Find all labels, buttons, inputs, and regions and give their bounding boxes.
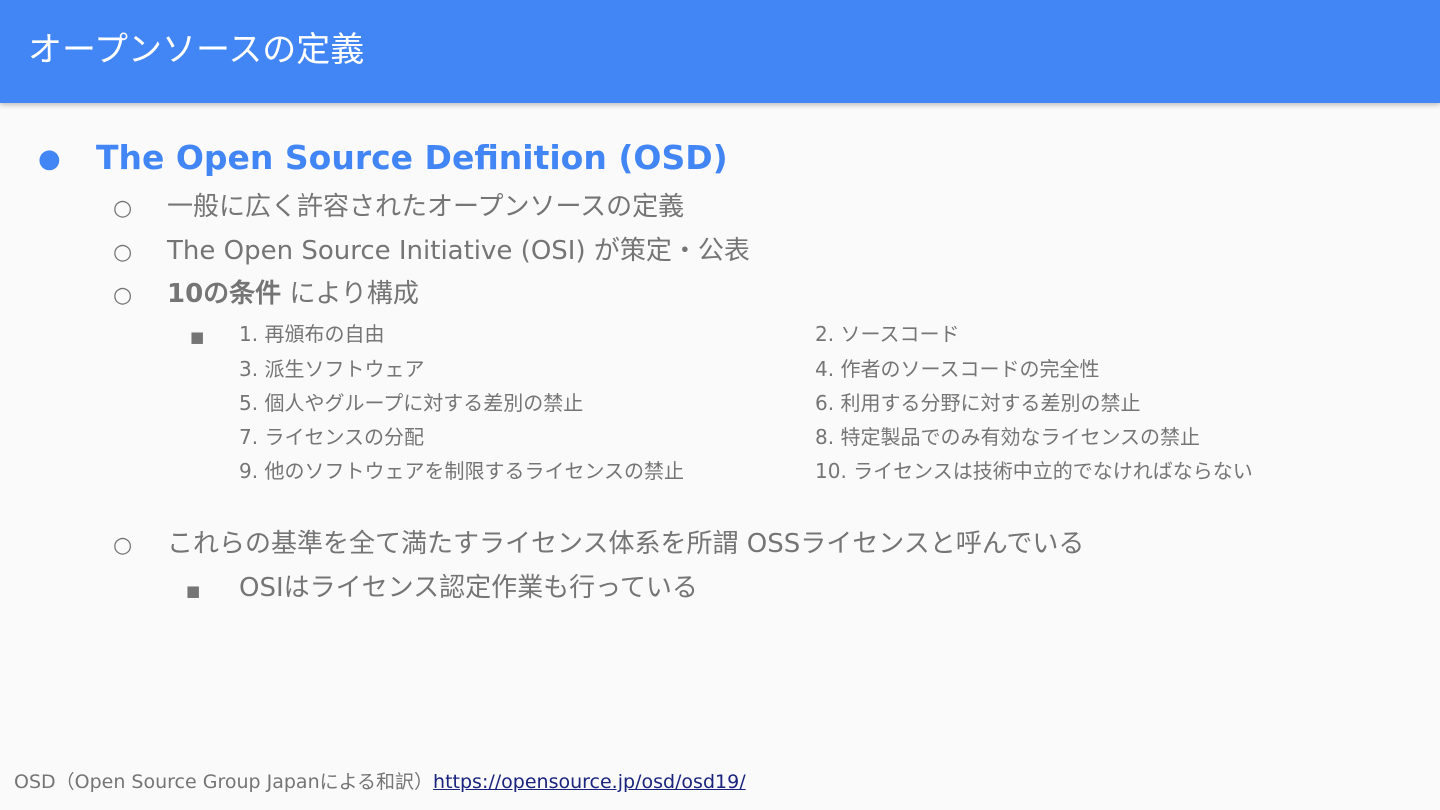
heading-osd: The Open Source Definition (OSD) <box>96 138 728 177</box>
point-osi-published: The Open Source Initiative (OSI) が策定・公表 <box>167 236 750 266</box>
conditions-bullet: ■ <box>190 328 205 346</box>
point-bullet: ○ <box>113 533 133 558</box>
footer-note: OSD（Open Source Group Japanによる和訳） <box>14 771 434 793</box>
condition-item: 6. 利用する分野に対する差別の禁止 <box>815 391 1141 415</box>
condition-item: 4. 作者のソースコードの完全性 <box>815 357 1100 381</box>
point-bullet: ○ <box>113 196 133 221</box>
ten-conditions-bold: 10の条件 <box>167 279 282 309</box>
sub-point-bullet: ■ <box>186 582 201 600</box>
point-ten-conditions: 10の条件 により構成 <box>167 277 419 311</box>
condition-item: 3. 派生ソフトウェア <box>239 357 425 381</box>
heading-bullet: ● <box>38 144 61 174</box>
condition-item: 7. ライセンスの分配 <box>239 425 425 449</box>
title-bar: オープンソースの定義 <box>0 0 1440 103</box>
point-oss-license-summary: これらの基準を全て満たすライセンス体系を所謂 OSSライセンスと呼んでいる <box>167 529 1085 559</box>
slide-title: オープンソースの定義 <box>28 30 365 70</box>
condition-item: 5. 個人やグループに対する差別の禁止 <box>239 391 584 415</box>
sub-point-osi-certification: OSIはライセンス認定作業も行っている <box>239 573 698 603</box>
point-widely-accepted: 一般に広く許容されたオープンソースの定義 <box>167 192 685 222</box>
condition-item: 1. 再頒布の自由 <box>239 322 385 346</box>
osd-link[interactable]: https://opensource.jp/osd/osd19/ <box>433 771 746 793</box>
point-bullet: ○ <box>113 283 133 308</box>
point-bullet: ○ <box>113 240 133 265</box>
condition-item: 8. 特定製品でのみ有効なライセンスの禁止 <box>815 425 1201 449</box>
condition-item: 9. 他のソフトウェアを制限するライセンスの禁止 <box>239 459 685 483</box>
condition-item: 10. ライセンスは技術中立的でなければならない <box>815 459 1253 483</box>
condition-item: 2. ソースコード <box>815 322 960 346</box>
ten-conditions-rest: により構成 <box>281 279 419 309</box>
slide: オープンソースの定義 ● The Open Source Definition … <box>0 0 1440 810</box>
footer-source: OSD（Open Source Group Japanによる和訳）https:/… <box>14 770 746 794</box>
